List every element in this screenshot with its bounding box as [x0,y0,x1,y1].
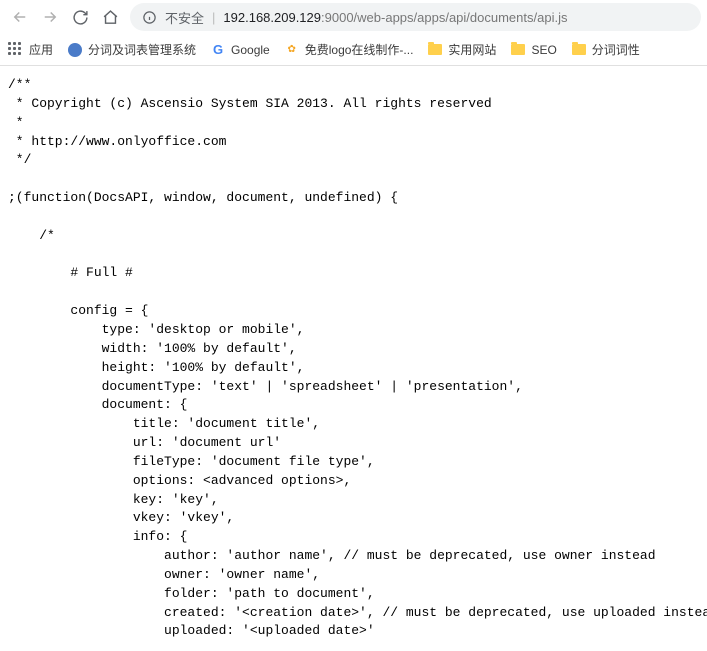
back-button[interactable] [6,3,34,31]
site-icon [67,42,83,58]
apps-icon [8,42,24,58]
folder-icon [427,42,443,58]
info-icon [142,10,157,25]
bookmark-item[interactable]: SEO [510,42,556,58]
browser-toolbar: 不安全 | 192.168.209.129:9000/web-apps/apps… [0,0,707,34]
bookmark-item[interactable]: 分词词性 [571,41,640,58]
google-icon: G [210,42,226,58]
bookmark-label: SEO [531,43,556,57]
bookmark-item[interactable]: G Google [210,42,270,58]
source-code: /** * Copyright (c) Ascensio System SIA … [0,66,707,651]
apps-button[interactable]: 应用 [8,41,53,58]
security-label: 不安全 [165,8,204,27]
reload-icon [72,9,89,26]
gear-icon: ✿ [284,42,300,58]
home-icon [102,9,119,26]
folder-icon [510,42,526,58]
arrow-right-icon [41,8,59,26]
reload-button[interactable] [66,3,94,31]
bookmark-item[interactable]: 实用网站 [427,41,496,58]
bookmark-item[interactable]: 分词及词表管理系统 [67,41,196,58]
bookmark-label: 分词及词表管理系统 [88,41,196,58]
home-button[interactable] [96,3,124,31]
bookmark-label: Google [231,43,270,57]
separator: | [212,10,215,25]
bookmarks-bar: 应用 分词及词表管理系统 G Google ✿ 免费logo在线制作-... 实… [0,34,707,66]
url-text: 192.168.209.129:9000/web-apps/apps/api/d… [223,10,567,25]
apps-label: 应用 [29,41,53,58]
bookmark-label: 实用网站 [448,41,496,58]
bookmark-label: 免费logo在线制作-... [305,41,414,58]
bookmark-item[interactable]: ✿ 免费logo在线制作-... [284,41,414,58]
folder-icon [571,42,587,58]
forward-button[interactable] [36,3,64,31]
arrow-left-icon [11,8,29,26]
bookmark-label: 分词词性 [592,41,640,58]
address-bar[interactable]: 不安全 | 192.168.209.129:9000/web-apps/apps… [130,3,701,31]
